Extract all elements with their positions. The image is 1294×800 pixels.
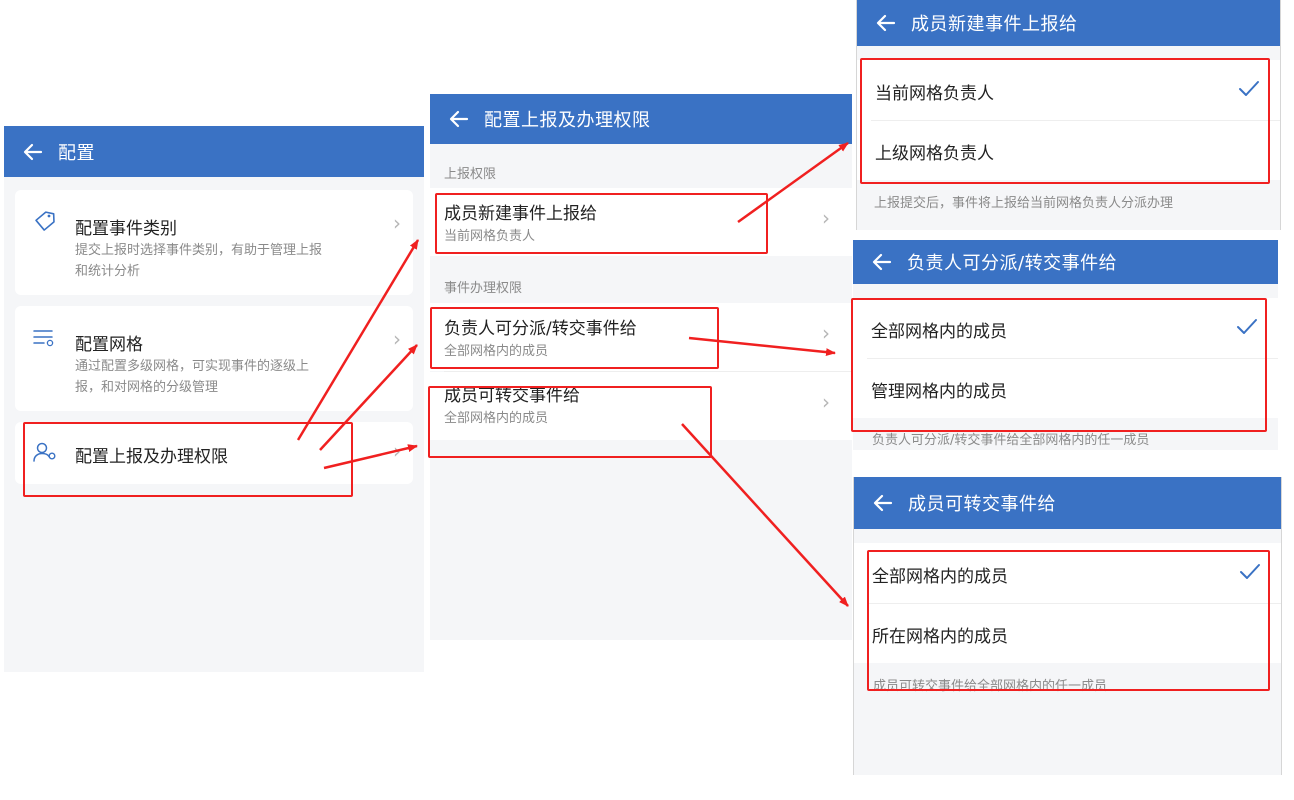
- assign-transfer-screen: 负责人可分派/转交事件给 全部网格内的成员 管理网格内的成员 负责人可分派/转交…: [853, 240, 1278, 450]
- item-title: 配置上报及办理权限: [75, 447, 228, 467]
- option-list: 当前网格负责人 上级网格负责人: [857, 60, 1280, 180]
- option-all-grid-members[interactable]: 全部网格内的成员: [853, 298, 1278, 358]
- item-title: 配置事件类别: [75, 219, 177, 239]
- back-arrow-icon[interactable]: [448, 108, 470, 130]
- option-label: 管理网格内的成员: [871, 382, 1007, 402]
- member-transfer-screen: 成员可转交事件给 全部网格内的成员 所在网格内的成员 成员可转交事件给全部网格内…: [853, 477, 1282, 775]
- page-title: 成员可转交事件给: [908, 494, 1056, 515]
- assign-transfer-row[interactable]: 负责人可分派/转交事件给 全部网格内的成员 ›: [430, 303, 852, 371]
- option-all-grid-members[interactable]: 全部网格内的成员: [854, 543, 1281, 603]
- check-icon: [1236, 318, 1258, 336]
- option-parent-grid-leader[interactable]: 上级网格负责人: [857, 120, 1280, 180]
- member-transfer-header: 成员可转交事件给: [854, 477, 1281, 529]
- report-to-row[interactable]: 成员新建事件上报给 当前网格负责人 ›: [430, 188, 852, 256]
- option-label: 上级网格负责人: [875, 144, 994, 164]
- report-to-header: 成员新建事件上报给: [857, 0, 1280, 46]
- row-title: 成员可转交事件给: [444, 386, 580, 406]
- section-label-handling: 事件办理权限: [444, 281, 523, 296]
- row-value: 当前网格负责人: [444, 229, 536, 244]
- option-list: 全部网格内的成员 管理网格内的成员: [853, 298, 1278, 418]
- row-value: 全部网格内的成员: [444, 344, 549, 359]
- option-label: 全部网格内的成员: [871, 322, 1007, 342]
- item-description: 和统计分析: [75, 264, 141, 279]
- chevron-right-icon: ›: [822, 206, 830, 230]
- user-gear-icon: [33, 441, 57, 467]
- option-label: 全部网格内的成员: [872, 567, 1008, 587]
- config-screen: 配置 配置事件类别 提交上报时选择事件类别，有助于管理上报 和统计分析 › 配置…: [4, 126, 424, 672]
- option-own-grid-members[interactable]: 所在网格内的成员: [854, 603, 1281, 663]
- option-managed-grid-members[interactable]: 管理网格内的成员: [853, 358, 1278, 418]
- section-label-report: 上报权限: [444, 167, 497, 182]
- page-title: 成员新建事件上报给: [911, 14, 1078, 35]
- assign-transfer-header: 负责人可分派/转交事件给: [853, 240, 1278, 284]
- back-arrow-icon[interactable]: [875, 12, 897, 34]
- option-current-grid-leader[interactable]: 当前网格负责人: [857, 60, 1280, 120]
- back-arrow-icon[interactable]: [872, 492, 894, 514]
- option-label: 当前网格负责人: [875, 84, 994, 104]
- config-event-category-item[interactable]: 配置事件类别 提交上报时选择事件类别，有助于管理上报 和统计分析 ›: [15, 190, 413, 295]
- permissions-header: 配置上报及办理权限: [430, 94, 852, 144]
- permissions-screen: 配置上报及办理权限 上报权限 成员新建事件上报给 当前网格负责人 › 事件办理权…: [430, 94, 852, 640]
- report-to-screen: 成员新建事件上报给 当前网格负责人 上级网格负责人 上报提交后，事件将上报给当前…: [856, 0, 1281, 230]
- option-note: 上报提交后，事件将上报给当前网格负责人分派办理: [874, 196, 1174, 211]
- row-title: 成员新建事件上报给: [444, 204, 597, 224]
- page-title: 负责人可分派/转交事件给: [907, 253, 1118, 274]
- check-icon: [1239, 563, 1261, 581]
- option-label: 所在网格内的成员: [872, 627, 1008, 647]
- item-title: 配置网格: [75, 335, 143, 355]
- back-arrow-icon[interactable]: [871, 251, 893, 273]
- back-arrow-icon[interactable]: [22, 141, 44, 163]
- config-permissions-item[interactable]: 配置上报及办理权限 ›: [15, 422, 413, 484]
- tag-icon: [33, 210, 55, 236]
- config-grid-item[interactable]: 配置网格 通过配置多级网格，可实现事件的逐级上 报，和对网格的分级管理 ›: [15, 306, 413, 411]
- check-icon: [1238, 80, 1260, 98]
- option-note: 成员可转交事件给全部网格内的任一成员: [873, 679, 1108, 694]
- chevron-right-icon: ›: [393, 439, 401, 463]
- row-title: 负责人可分派/转交事件给: [444, 319, 637, 339]
- member-transfer-row[interactable]: 成员可转交事件给 全部网格内的成员 ›: [430, 372, 852, 440]
- item-description: 提交上报时选择事件类别，有助于管理上报: [75, 243, 323, 258]
- chevron-right-icon: ›: [822, 390, 830, 414]
- option-note: 负责人可分派/转交事件给全部网格内的任一成员: [872, 433, 1150, 448]
- chevron-right-icon: ›: [393, 327, 401, 351]
- page-title: 配置: [58, 142, 95, 164]
- page-title: 配置上报及办理权限: [484, 110, 651, 131]
- chevron-right-icon: ›: [393, 211, 401, 235]
- item-description: 报，和对网格的分级管理: [75, 380, 219, 395]
- grid-list-icon: [33, 328, 55, 352]
- option-list: 全部网格内的成员 所在网格内的成员: [854, 543, 1281, 663]
- chevron-right-icon: ›: [822, 321, 830, 345]
- config-header: 配置: [4, 126, 424, 177]
- item-description: 通过配置多级网格，可实现事件的逐级上: [75, 359, 310, 374]
- row-value: 全部网格内的成员: [444, 411, 549, 426]
